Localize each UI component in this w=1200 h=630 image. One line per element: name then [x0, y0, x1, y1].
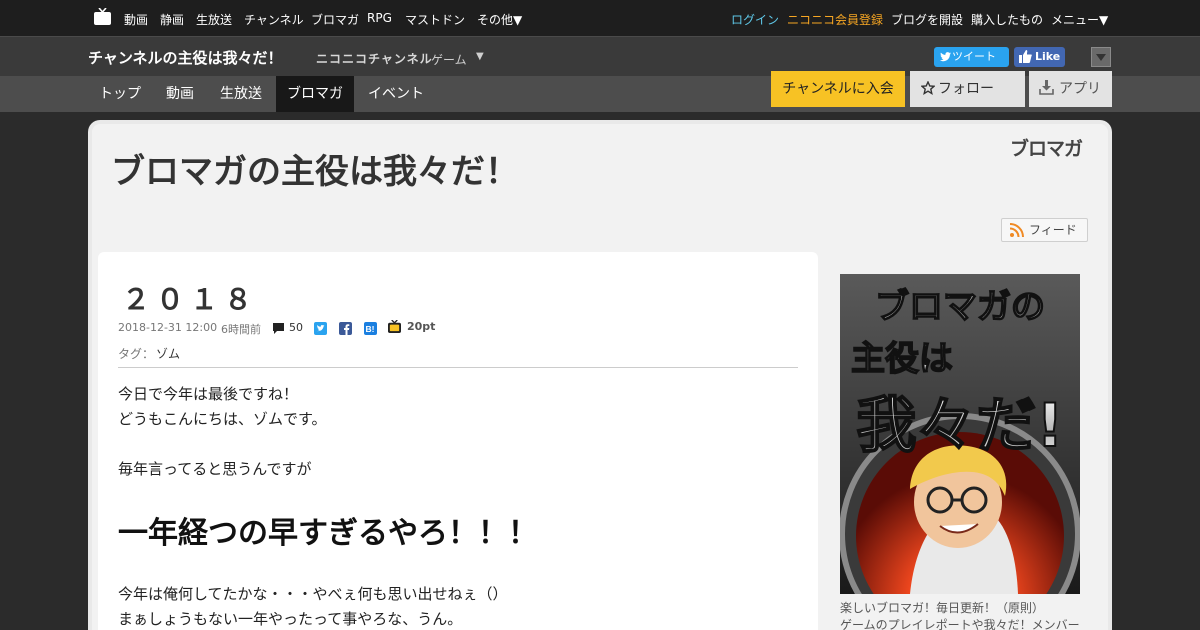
comment-count[interactable]: 50	[289, 321, 303, 334]
download-icon	[1039, 80, 1054, 95]
body-line: 今年は俺何してたかな・・・やべぇ何も思い出せねぇ（）	[118, 585, 508, 603]
article-divider	[118, 367, 798, 368]
niconi-point-icon	[388, 320, 401, 333]
body-line: どうもこんにちは、ゾムです。	[118, 410, 327, 428]
follow-button[interactable]: フォロー	[910, 71, 1025, 107]
body-line: まぁしょうもない一年やったって事やろな、うん。	[118, 610, 463, 628]
tab-top[interactable]: トップ	[88, 76, 152, 112]
svg-text:B!: B!	[366, 324, 375, 334]
chevron-down-icon	[1096, 54, 1106, 61]
channel-title[interactable]: チャンネルの主役は我々だ！	[88, 47, 283, 68]
login-link[interactable]: ログイン	[731, 11, 779, 28]
tweet-button[interactable]: ツイート	[934, 47, 1009, 67]
channel-header: チャンネルの主役は我々だ！ ニコニコチャンネル ゲーム ▼ ツイート Like	[0, 36, 1200, 76]
star-outline-icon	[921, 81, 935, 95]
nav-video[interactable]: 動画	[124, 11, 148, 28]
channel-menu-toggle[interactable]	[1091, 47, 1111, 67]
tab-event[interactable]: イベント	[356, 76, 436, 112]
nav-channel[interactable]: チャンネル	[244, 11, 304, 28]
register-link[interactable]: ニコニコ会員登録	[787, 11, 883, 28]
channel-category[interactable]: ゲーム	[431, 51, 467, 68]
tab-blomaga[interactable]: ブロマガ	[276, 76, 354, 112]
purchased-link[interactable]: 購入したもの	[971, 11, 1043, 28]
category-dropdown-icon[interactable]: ▼	[476, 51, 484, 62]
sidebar-description: ゲームのプレイレポートや我々だ！メンバー	[840, 618, 1080, 630]
app-label: アプリ	[1059, 81, 1101, 97]
facebook-like-button[interactable]: Like	[1014, 47, 1065, 67]
tweet-label: ツイート	[952, 50, 996, 63]
blomaga-logo[interactable]: ブロマガ	[1010, 134, 1083, 161]
article: ２０１８ 2018-12-31 12:00 6時間前 50 B! 20pt タグ…	[98, 252, 818, 630]
rss-icon	[1010, 223, 1024, 237]
body-emphasis: 一年経つの早すぎるやろ！！！	[118, 516, 538, 551]
hatena-bookmark-icon[interactable]: B!	[364, 322, 377, 335]
blog-thumbnail-image[interactable]: ブロマガの 主役は 我々だ!	[840, 274, 1080, 594]
twitter-share-icon[interactable]	[314, 322, 327, 335]
nav-other-menu[interactable]: その他▼	[477, 11, 522, 28]
tag-label: タグ：	[118, 347, 155, 361]
tab-live[interactable]: 生放送	[208, 76, 274, 112]
article-time-ago: 6時間前	[221, 323, 261, 336]
global-nav-bar: 動画 静画 生放送 チャンネル ブロマガ RPG マストドン その他▼ ログイン…	[0, 0, 1200, 36]
join-channel-button[interactable]: チャンネルに入会	[771, 71, 905, 107]
like-label: Like	[1035, 50, 1061, 63]
niconico-tv-icon[interactable]	[94, 8, 111, 25]
user-menu[interactable]: メニュー▼	[1051, 11, 1108, 28]
niconico-channel-logo[interactable]: ニコニコチャンネル	[316, 50, 433, 67]
facebook-share-icon[interactable]	[339, 322, 352, 335]
nav-live[interactable]: 生放送	[196, 11, 232, 28]
feed-label: フィード	[1029, 223, 1077, 237]
nav-seiga[interactable]: 静画	[160, 11, 184, 28]
comment-icon[interactable]	[272, 322, 285, 335]
body-line: 今日で今年は最後ですね！	[118, 385, 299, 403]
blog-title[interactable]: ブロマガの主役は我々だ！	[111, 144, 519, 193]
open-blog-link[interactable]: ブログを開設	[891, 11, 963, 28]
nav-mastodon[interactable]: マストドン	[405, 11, 465, 28]
app-button[interactable]: アプリ	[1029, 71, 1112, 107]
twitter-bird-icon	[940, 52, 951, 62]
feed-button[interactable]: フィード	[1001, 218, 1088, 242]
body-line: 毎年言ってると思うんですが	[118, 460, 312, 478]
article-date: 2018-12-31 12:00	[118, 321, 218, 334]
follow-label: フォロー	[938, 81, 994, 97]
thumbnail-title-line: 主役は	[851, 339, 953, 379]
thumbnail-title-line: 我々だ!	[856, 391, 1063, 461]
article-title[interactable]: ２０１８	[122, 278, 258, 318]
tag-zom[interactable]: ゾム	[156, 345, 180, 362]
article-points: 20pt	[407, 320, 436, 333]
tab-video[interactable]: 動画	[152, 76, 208, 112]
nav-blomaga[interactable]: ブロマガ	[311, 11, 359, 28]
facebook-thumb-icon	[1019, 50, 1032, 63]
thumbnail-title-line: ブロマガの	[875, 287, 1045, 327]
sidebar-description: 楽しいブロマガ！毎日更新！（原則）	[840, 601, 1045, 615]
nav-rpg[interactable]: RPG	[367, 11, 392, 25]
